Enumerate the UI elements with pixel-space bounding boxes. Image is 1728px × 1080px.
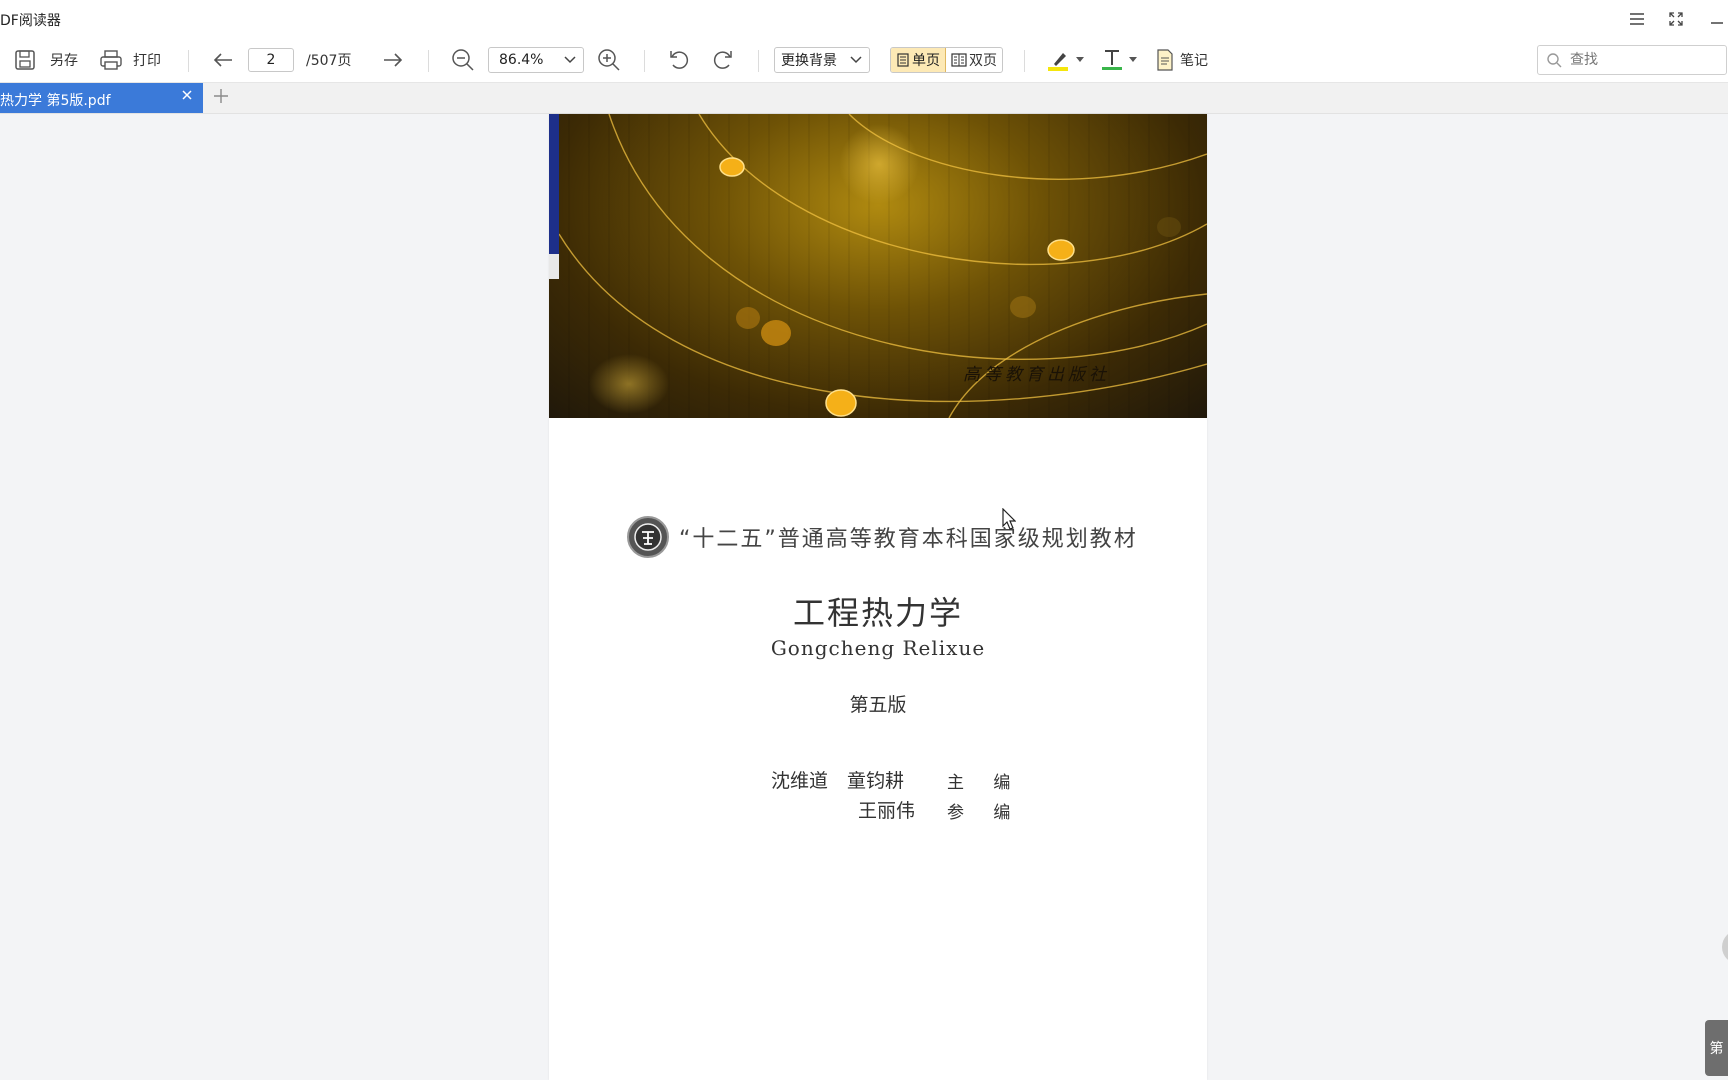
page-mode-toggle: 单页 双页	[890, 38, 1003, 82]
floating-assistant-button[interactable]	[1722, 930, 1728, 964]
text-color-button[interactable]	[1101, 38, 1137, 82]
double-page-button[interactable]: 双页	[946, 48, 1002, 72]
change-background-select[interactable]: 更换背景	[774, 38, 870, 82]
rotate-left-button[interactable]	[667, 38, 691, 82]
book-title-pinyin: Gongcheng Relixue	[770, 636, 986, 660]
toolbar-divider	[428, 50, 429, 72]
toolbar-divider	[644, 50, 645, 72]
zoom-in-button[interactable]	[597, 38, 621, 82]
text-tool-icon	[1101, 48, 1123, 72]
chevron-down-icon	[563, 55, 577, 65]
save-icon	[14, 49, 36, 71]
single-page-label: 单页	[912, 53, 940, 69]
page-total: /507页	[306, 53, 352, 69]
tab-bar: 热力学 第5版.pdf	[0, 83, 1728, 114]
print-label: 打印	[133, 53, 161, 69]
zoom-select[interactable]: 86.4%	[488, 38, 584, 82]
mouse-cursor-icon	[1002, 508, 1016, 530]
assistant-author: 王丽伟	[858, 800, 916, 822]
book-title: 工程热力学	[792, 594, 963, 632]
single-page-button[interactable]: 单页	[891, 48, 946, 72]
tab-document[interactable]: 热力学 第5版.pdf	[0, 83, 203, 113]
save-as-button[interactable]: 另存	[14, 38, 78, 82]
print-icon	[99, 49, 123, 71]
toolbar-divider	[188, 50, 189, 72]
series-emblem-icon	[627, 516, 669, 558]
app-title: DF阅读器	[0, 13, 61, 29]
series-line: “十二五”普通高等教育本科国家级规划教材	[627, 516, 1138, 558]
note-icon	[1156, 49, 1174, 71]
page-jump-tab[interactable]: 第	[1705, 1020, 1728, 1076]
single-page-icon	[896, 53, 910, 67]
note-button[interactable]: 笔记	[1156, 38, 1208, 82]
title-bar: DF阅读器	[0, 0, 1728, 38]
rotate-cw-icon	[711, 48, 735, 72]
main-authors-role: 主 编	[947, 773, 1023, 793]
double-page-label: 双页	[969, 53, 997, 69]
arrow-left-icon	[212, 52, 234, 68]
tab-title: 热力学 第5版.pdf	[0, 93, 111, 109]
assistant-author-role: 参 编	[947, 803, 1023, 823]
caret-down-icon[interactable]	[1129, 57, 1137, 63]
fullscreen-icon[interactable]	[1665, 8, 1687, 30]
series-label: “十二五”普通高等教育本科国家级规划教材	[679, 527, 1138, 552]
document-page: 高等教育出版社 “十二五”普通高等教育本科国家级规划教材 工程热力学 Gongc…	[549, 114, 1207, 1080]
main-authors: 沈维道 童钧耕	[771, 770, 905, 792]
publisher-seal: 高等教育出版社	[963, 365, 1110, 385]
save-as-label: 另存	[50, 53, 78, 69]
toolbar-divider	[758, 50, 759, 72]
plus-icon	[214, 89, 228, 103]
toolbar: 另存 打印 /507页 86.4%	[0, 38, 1728, 83]
zoom-in-icon	[597, 48, 621, 72]
print-button[interactable]: 打印	[99, 38, 161, 82]
hamburger-menu-icon[interactable]	[1626, 8, 1648, 30]
search-icon	[1546, 52, 1562, 68]
arrow-right-icon	[382, 52, 404, 68]
toolbar-divider	[1024, 50, 1025, 72]
search-input[interactable]	[1568, 51, 1722, 69]
cover-image: 高等教育出版社	[549, 114, 1207, 418]
chevron-down-icon	[849, 55, 863, 65]
zoom-out-button[interactable]	[451, 38, 475, 82]
minimize-icon[interactable]	[1706, 8, 1728, 30]
caret-down-icon[interactable]	[1076, 57, 1084, 63]
highlight-tool-button[interactable]	[1046, 38, 1084, 82]
double-page-icon	[951, 53, 967, 67]
note-label: 笔记	[1180, 53, 1208, 69]
highlighter-icon	[1046, 48, 1070, 72]
close-icon[interactable]	[181, 89, 193, 101]
rotate-right-button[interactable]	[711, 38, 735, 82]
zoom-out-icon	[451, 48, 475, 72]
search-box[interactable]	[1537, 38, 1727, 82]
add-tab-button[interactable]	[212, 87, 230, 105]
rotate-ccw-icon	[667, 48, 691, 72]
page-number-input[interactable]	[248, 48, 294, 72]
page-number-field[interactable]	[248, 38, 294, 82]
edition-label: 第五版	[849, 694, 907, 716]
zoom-value: 86.4%	[499, 52, 544, 68]
prev-page-button[interactable]	[212, 38, 234, 82]
background-label: 更换背景	[781, 53, 837, 69]
page-jump-label: 第	[1709, 1041, 1724, 1057]
cover-spine-strip	[549, 254, 559, 279]
next-page-button[interactable]	[382, 38, 404, 82]
